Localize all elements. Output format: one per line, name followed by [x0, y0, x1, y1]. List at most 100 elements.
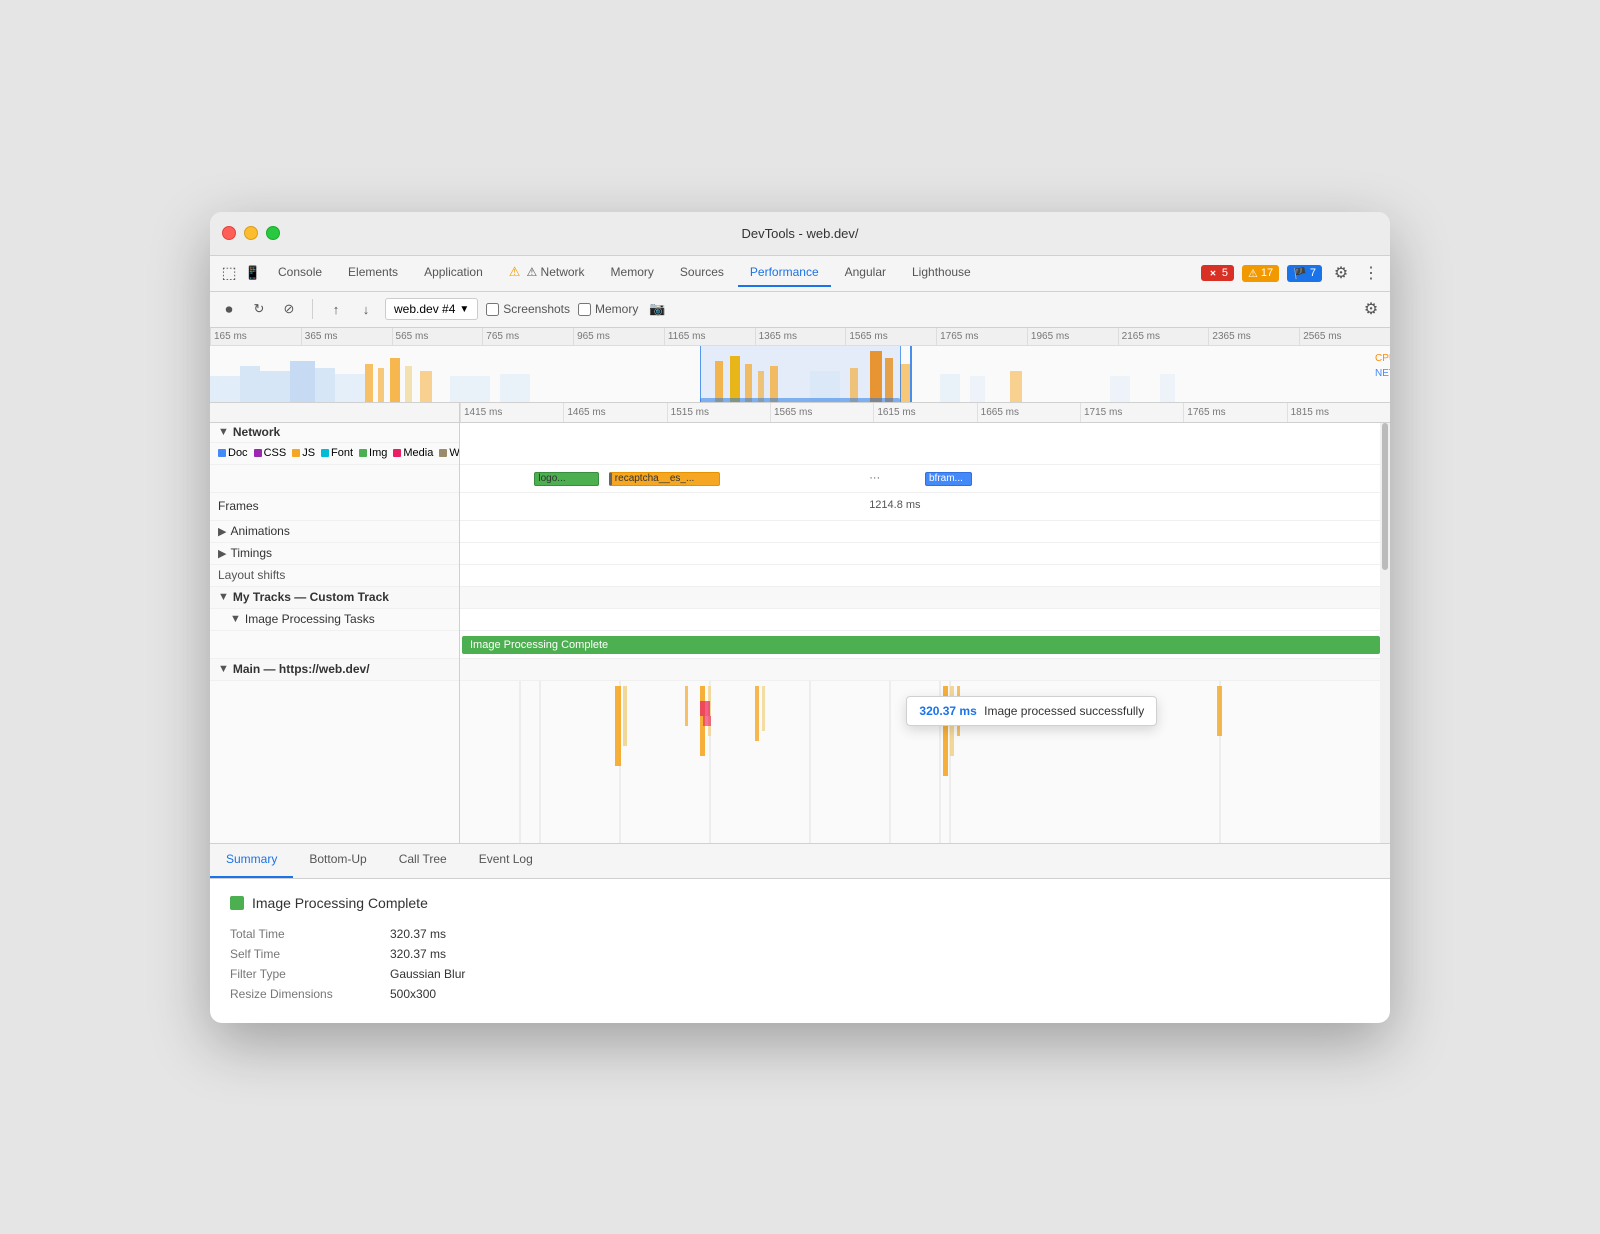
timings-label-row[interactable]: ▶ Timings — [210, 543, 459, 565]
ztick-0: 1415 ms — [460, 403, 563, 422]
zoom-ruler: 1415 ms 1465 ms 1515 ms 1565 ms 1615 ms … — [210, 403, 1390, 423]
more-options-icon[interactable]: ⋮ — [1360, 262, 1382, 284]
tick-2565: 2565 ms — [1299, 328, 1390, 345]
image-processing-content-header — [460, 609, 1390, 631]
main-thread-arrow-icon: ▼ — [218, 663, 229, 675]
custom-track-content-header — [460, 587, 1390, 609]
download-icon[interactable]: ↓ — [355, 298, 377, 320]
screenshots-checkbox-group: Screenshots — [486, 302, 570, 316]
main-thread-header-row: ▼ Main — https://web.dev/ — [210, 659, 459, 681]
tab-performance[interactable]: Performance — [738, 259, 831, 287]
main-thread-content-header — [460, 659, 1390, 681]
network-bar-bfram[interactable]: bfram... — [925, 472, 972, 486]
filter-type-value: Gaussian Blur — [390, 967, 465, 981]
ztick-1: 1465 ms — [563, 403, 666, 422]
main-thread-label: Main — https://web.dev/ — [233, 662, 370, 676]
processing-bar-content-row: Image Processing Complete — [460, 631, 1390, 659]
image-processing-label: Image Processing Tasks — [245, 612, 375, 626]
network-bar-recaptcha[interactable]: recaptcha__es_... — [609, 472, 721, 486]
total-time-value: 320.37 ms — [390, 927, 446, 941]
tab-lighthouse[interactable]: Lighthouse — [900, 259, 983, 287]
ztick-8: 1815 ms — [1287, 403, 1390, 422]
device-icon[interactable]: 📱 — [242, 262, 264, 284]
tab-sources[interactable]: Sources — [668, 259, 736, 287]
processing-bar[interactable]: Image Processing Complete — [462, 636, 1380, 654]
tick-365: 365 ms — [301, 328, 392, 345]
tab-elements[interactable]: Elements — [336, 259, 410, 287]
upload-icon[interactable]: ↑ — [325, 298, 347, 320]
timeline-overview[interactable]: 165 ms 365 ms 565 ms 765 ms 965 ms 1165 … — [210, 328, 1390, 403]
tick-1765: 1765 ms — [936, 328, 1027, 345]
screenshots-checkbox[interactable] — [486, 303, 499, 316]
traffic-lights — [222, 226, 280, 240]
tracks-right-content[interactable]: logo... recaptcha__es_... ··· bfram... 1… — [460, 423, 1390, 843]
ztick-4: 1615 ms — [873, 403, 976, 422]
capture-screenshot-icon[interactable]: 📷 — [646, 298, 668, 320]
clear-icon[interactable]: ⊘ — [278, 298, 300, 320]
chevron-down-icon: ▼ — [459, 304, 469, 315]
tab-application[interactable]: Application — [412, 259, 495, 287]
animations-label: Animations — [230, 524, 289, 538]
tab-angular[interactable]: Angular — [833, 259, 898, 287]
resize-dims-label: Resize Dimensions — [230, 987, 390, 1001]
custom-track-arrow-icon: ▼ — [218, 591, 229, 603]
zoom-ruler-spacer — [210, 403, 460, 422]
toolbar-right: ✕ 5 ⚠ 17 🏴 7 ⚙ ⋮ — [1201, 262, 1382, 284]
cpu-chart-area: CPU NET — [210, 346, 1390, 403]
legend-js-color — [292, 449, 300, 457]
minimize-button[interactable] — [244, 226, 258, 240]
legend-media: Media — [393, 447, 433, 459]
tab-event-log[interactable]: Event Log — [463, 844, 549, 878]
tab-call-tree[interactable]: Call Tree — [383, 844, 463, 878]
network-label-row: ▼ Network — [210, 423, 459, 443]
memory-label: Memory — [595, 302, 638, 316]
tab-memory[interactable]: Memory — [599, 259, 666, 287]
svg-text:✕: ✕ — [1210, 269, 1217, 278]
tab-bottom-up[interactable]: Bottom-Up — [293, 844, 382, 878]
settings-perf-icon[interactable]: ⚙ — [1360, 298, 1382, 320]
network-collapse-arrow[interactable]: ▼ — [218, 426, 229, 438]
layout-shifts-label: Layout shifts — [218, 568, 285, 582]
network-bar-logo[interactable]: logo... — [534, 472, 599, 486]
frames-content-row: 1214.8 ms — [460, 493, 1390, 521]
record-icon[interactable]: ⏺ — [218, 298, 240, 320]
divider — [312, 299, 313, 319]
memory-checkbox[interactable] — [578, 303, 591, 316]
tooltip-time: 320.37 ms — [919, 704, 976, 718]
tab-summary[interactable]: Summary — [210, 844, 293, 878]
ztick-7: 1765 ms — [1183, 403, 1286, 422]
tooltip-message: Image processed successfully — [984, 704, 1144, 718]
layout-shifts-content-row — [460, 565, 1390, 587]
profile-select[interactable]: web.dev #4 ▼ — [385, 298, 478, 320]
maximize-button[interactable] — [266, 226, 280, 240]
tick-1565: 1565 ms — [845, 328, 936, 345]
network-vis-header — [460, 423, 1390, 443]
svg-text:CPU: CPU — [1375, 353, 1390, 364]
settings-icon[interactable]: ⚙ — [1330, 262, 1352, 284]
tab-console[interactable]: Console — [266, 259, 334, 287]
animations-label-row[interactable]: ▶ Animations — [210, 521, 459, 543]
scrollbar-track[interactable] — [1380, 423, 1390, 843]
tab-network[interactable]: ⚠ ⚠ Network — [497, 258, 597, 288]
timings-arrow-icon: ▶ — [218, 547, 226, 560]
scrollbar-thumb[interactable] — [1382, 423, 1388, 570]
ztick-6: 1715 ms — [1080, 403, 1183, 422]
reload-record-icon[interactable]: ↻ — [248, 298, 270, 320]
legend-doc: Doc — [218, 447, 248, 459]
summary-row-total-time: Total Time 320.37 ms — [230, 927, 1370, 941]
resize-dims-value: 500x300 — [390, 987, 436, 1001]
network-vis-legend — [460, 443, 1390, 465]
inspect-icon[interactable]: ⬚ — [218, 262, 240, 284]
tracks-left-labels: ▼ Network Doc CSS JS Font Img Media Wasm… — [210, 423, 460, 843]
summary-panel: Image Processing Complete Total Time 320… — [210, 879, 1390, 1023]
nav-toolbar: ⬚ 📱 Console Elements Application ⚠ ⚠ Net… — [210, 256, 1390, 292]
network-legend-row: Doc CSS JS Font Img Media Wasm Other — [210, 443, 459, 465]
close-button[interactable] — [222, 226, 236, 240]
image-processing-label-row: ▼ Image Processing Tasks — [210, 609, 459, 631]
tick-2365: 2365 ms — [1208, 328, 1299, 345]
secondary-toolbar: ⏺ ↻ ⊘ ↑ ↓ web.dev #4 ▼ Screenshots Memor… — [210, 292, 1390, 328]
legend-img-color — [359, 449, 367, 457]
legend-doc-color — [218, 449, 226, 457]
screenshots-label: Screenshots — [503, 302, 570, 316]
tick-1365: 1365 ms — [755, 328, 846, 345]
